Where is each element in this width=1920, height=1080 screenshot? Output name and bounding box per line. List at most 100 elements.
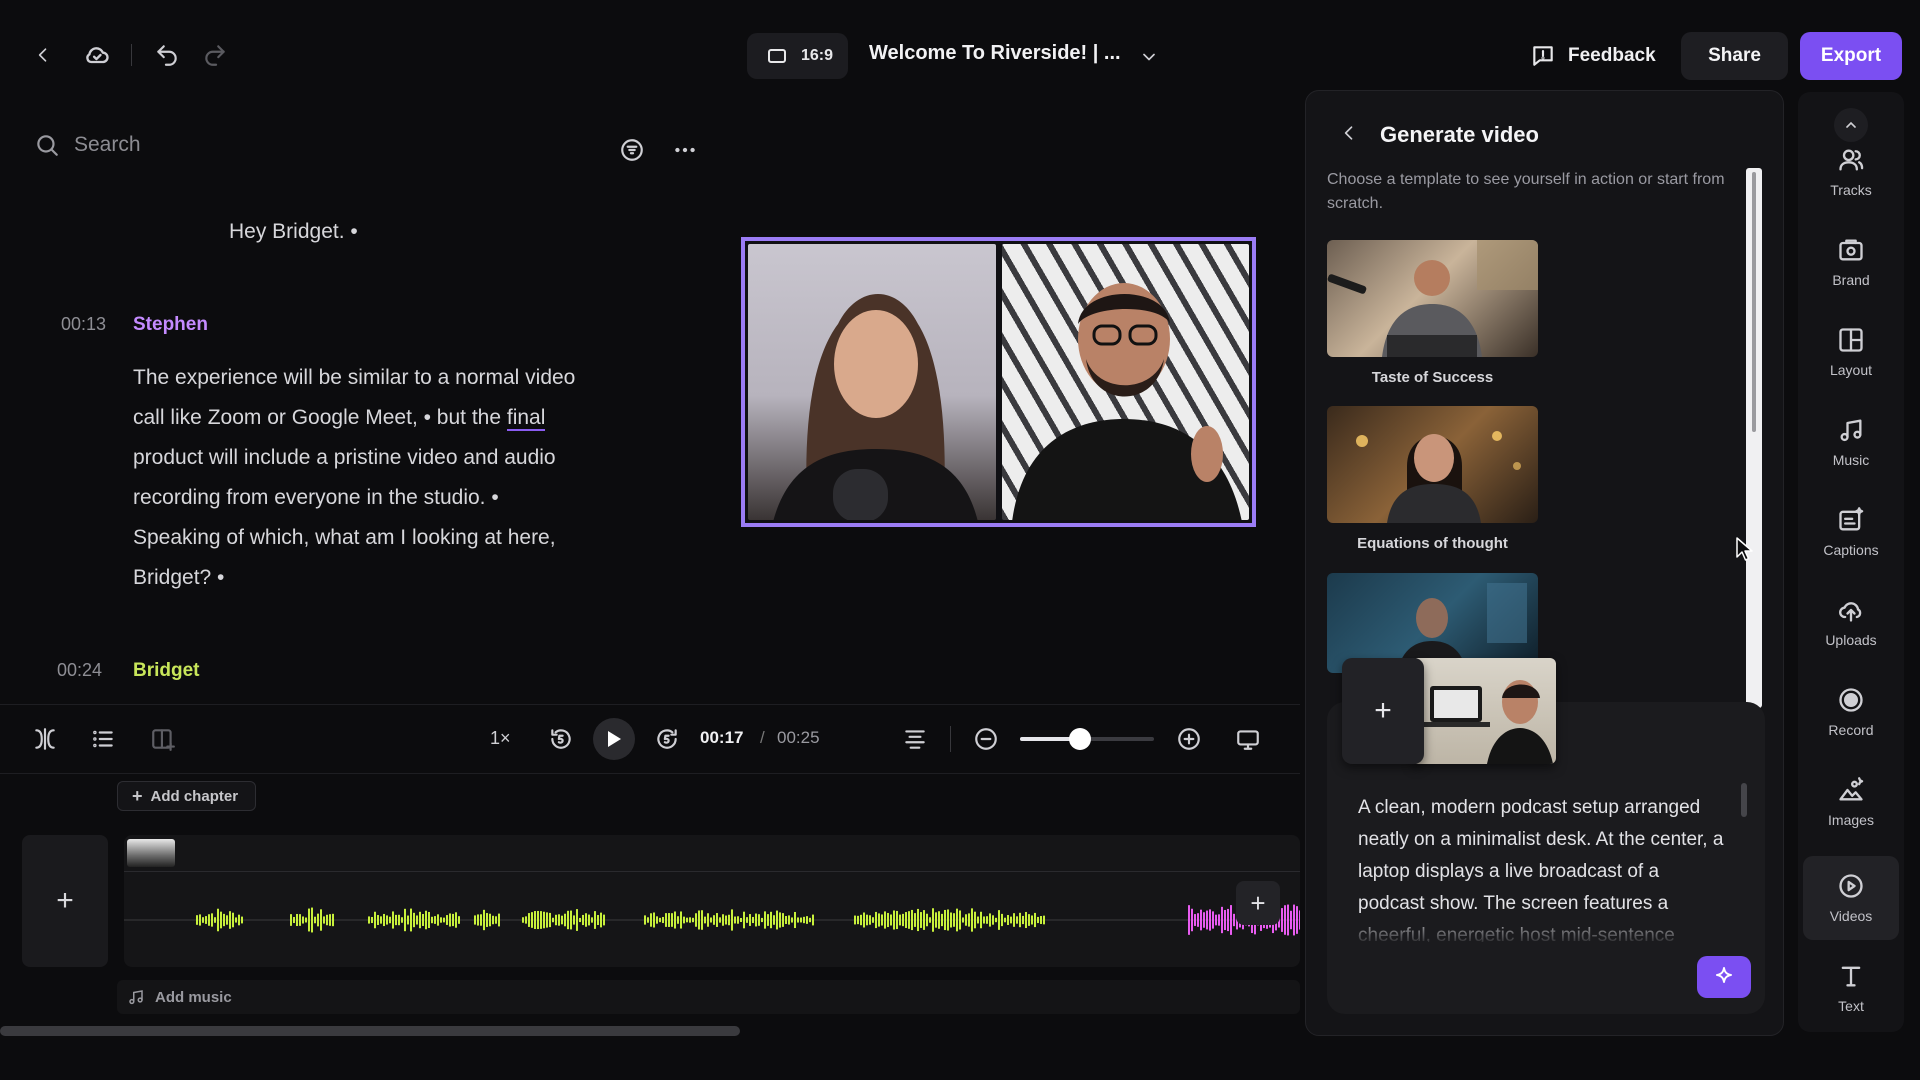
- feedback-button[interactable]: Feedback: [1530, 34, 1656, 78]
- waveform-bar: [585, 913, 587, 927]
- panel-scrollbar-thumb[interactable]: [1752, 172, 1756, 432]
- undo-icon: [157, 45, 177, 66]
- transcript-line[interactable]: call like Zoom or Google Meet, • but the…: [133, 398, 653, 438]
- waveform-bar: [929, 917, 931, 923]
- waveform-bar: [998, 910, 1000, 930]
- waveform-bar: [1197, 913, 1199, 927]
- segment-timestamp[interactable]: 00:24: [57, 660, 102, 681]
- sidebar-item-record[interactable]: Record: [1803, 670, 1899, 754]
- waveform-bar: [1209, 909, 1211, 931]
- waveform-bar: [296, 913, 298, 927]
- waveform-bar: [1194, 914, 1196, 926]
- transcript-line[interactable]: Speaking of which, what am I looking at …: [133, 518, 653, 558]
- text-align-icon: [905, 730, 925, 749]
- aspect-ratio-icon: [768, 49, 786, 63]
- sidebar-item-label: Layout: [1829, 362, 1873, 378]
- segment-timestamp[interactable]: 00:13: [61, 314, 106, 335]
- split-clip-button[interactable]: [30, 724, 60, 754]
- cloud-sync-button[interactable]: [80, 38, 114, 72]
- prompt-scrollbar[interactable]: [1741, 783, 1747, 817]
- waveform-bar: [486, 913, 488, 927]
- participant-silhouette: [1011, 283, 1242, 520]
- playback-speed-button[interactable]: 1×: [490, 728, 511, 749]
- sidebar-item-tracks[interactable]: Tracks: [1803, 130, 1899, 214]
- waveform-bar: [716, 913, 718, 927]
- project-menu-button[interactable]: [1134, 42, 1164, 72]
- share-button[interactable]: Share: [1681, 32, 1788, 80]
- mouse-cursor-icon: [1736, 537, 1753, 561]
- add-layout-button[interactable]: [148, 724, 178, 754]
- waveform-bar: [398, 914, 400, 926]
- speaker-name[interactable]: Bridget: [133, 660, 200, 682]
- sidebar-item-text[interactable]: Text: [1803, 946, 1899, 1030]
- speaker-name[interactable]: Stephen: [133, 314, 208, 336]
- transcript-line[interactable]: recording from everyone in the studio. •: [133, 478, 653, 518]
- template-thumbnail[interactable]: [1327, 240, 1538, 357]
- sidebar-item-videos[interactable]: Videos: [1803, 856, 1899, 940]
- waveform-bar: [989, 913, 991, 927]
- prompt-reference-image[interactable]: [1412, 658, 1556, 764]
- rewind-5-button[interactable]: [546, 724, 576, 754]
- transcript-intro-line[interactable]: Hey Bridget. •: [229, 212, 358, 252]
- sidebar-item-images[interactable]: Images: [1803, 760, 1899, 844]
- feedback-icon: [1533, 46, 1553, 66]
- waveform-bar: [1191, 908, 1193, 932]
- waveform-bar: [290, 914, 292, 926]
- forward-5-button[interactable]: [652, 724, 682, 754]
- waveform-bar: [1034, 912, 1036, 928]
- zoom-in-button[interactable]: [1174, 724, 1204, 754]
- captions-style-button[interactable]: [900, 724, 930, 754]
- timeline-horizontal-scrollbar[interactable]: [0, 1026, 740, 1036]
- waveform-bar: [549, 912, 551, 928]
- back-button[interactable]: [28, 40, 58, 70]
- sidebar-item-uploads[interactable]: Uploads: [1803, 580, 1899, 664]
- add-reference-button[interactable]: +: [1342, 658, 1424, 764]
- redo-button[interactable]: [198, 38, 232, 72]
- template-thumbnail[interactable]: [1327, 406, 1538, 523]
- video-preview[interactable]: [741, 237, 1256, 527]
- transcript-line[interactable]: product will include a pristine video an…: [133, 438, 653, 478]
- waveform-bar: [953, 913, 955, 927]
- waveform-bar: [917, 908, 919, 932]
- filter-button[interactable]: [615, 133, 649, 167]
- transcript-line[interactable]: Bridget? •: [133, 558, 653, 598]
- waveform-bar: [558, 914, 560, 926]
- zoom-slider[interactable]: [1020, 728, 1154, 750]
- play-button[interactable]: [593, 718, 635, 760]
- transcript-line[interactable]: The experience will be similar to a norm…: [133, 358, 653, 398]
- zoom-out-button[interactable]: [971, 724, 1001, 754]
- sidebar-item-captions[interactable]: Captions: [1803, 490, 1899, 574]
- add-chapter-button[interactable]: + Add chapter: [117, 781, 256, 811]
- music-icon: [1840, 419, 1862, 442]
- video-track[interactable]: +: [124, 835, 1300, 967]
- export-button[interactable]: Export: [1800, 32, 1902, 80]
- sidebar-item-brand[interactable]: Brand: [1803, 220, 1899, 304]
- sidebar-item-layout[interactable]: Layout: [1803, 310, 1899, 394]
- add-track-button[interactable]: +: [22, 835, 108, 967]
- transcript-search[interactable]: Search: [34, 132, 141, 158]
- chapters-list-button[interactable]: [88, 724, 118, 754]
- add-music-row[interactable]: Add music: [117, 980, 1300, 1014]
- fit-timeline-button[interactable]: [1233, 724, 1263, 754]
- project-title[interactable]: Welcome To Riverside! | ...: [869, 42, 1121, 65]
- more-options-button[interactable]: [668, 133, 702, 167]
- aspect-ratio-button[interactable]: 16:9: [747, 33, 848, 79]
- highlighted-word[interactable]: final: [506, 406, 546, 431]
- waveform-bar: [576, 909, 578, 931]
- insert-clip-button[interactable]: +: [1236, 881, 1280, 925]
- sidebar-item-music[interactable]: Music: [1803, 400, 1899, 484]
- waveform-bar: [680, 911, 682, 929]
- waveform-bar: [1188, 905, 1190, 935]
- search-input[interactable]: Search: [74, 133, 141, 157]
- generate-button[interactable]: [1697, 956, 1751, 998]
- waveform-bar: [392, 911, 394, 929]
- waveform-bar: [785, 916, 787, 924]
- template-label: Equations of thought: [1357, 535, 1508, 552]
- panel-back-button[interactable]: [1334, 118, 1364, 148]
- waveform-bar: [923, 910, 925, 930]
- waveform-bar: [758, 914, 760, 926]
- chevron-down-icon: [1143, 53, 1155, 61]
- controls-divider: [950, 726, 951, 752]
- undo-button[interactable]: [150, 38, 184, 72]
- audio-waveform[interactable]: [124, 835, 1300, 967]
